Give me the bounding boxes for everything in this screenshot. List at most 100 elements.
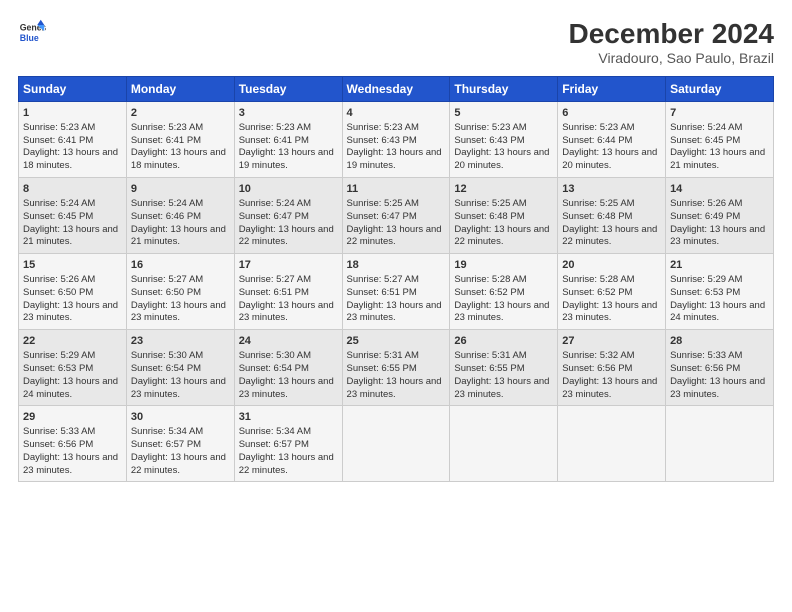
day-number: 3: [239, 106, 338, 121]
cell-w3-4: 19Sunrise: 5:28 AMSunset: 6:52 PMDayligh…: [450, 254, 558, 330]
daylight-text: Daylight: 13 hours and 21 minutes.: [23, 224, 122, 250]
cell-w3-0: 15Sunrise: 5:26 AMSunset: 6:50 PMDayligh…: [19, 254, 127, 330]
day-number: 30: [131, 410, 230, 425]
daylight-text: Daylight: 13 hours and 19 minutes.: [239, 147, 338, 173]
week-row-5: 29Sunrise: 5:33 AMSunset: 6:56 PM Dayligh…: [19, 406, 774, 482]
daylight-text: Daylight: 13 hours and 20 minutes.: [454, 147, 553, 173]
sunrise-text: Sunrise: 5:24 AM: [239, 198, 338, 211]
cell-w2-1: 9Sunrise: 5:24 AMSunset: 6:46 PMDaylight…: [126, 178, 234, 254]
sunset-text: Sunset: 6:43 PM: [454, 135, 553, 148]
daylight-text: Daylight: 13 hours and 22 minutes.: [239, 452, 338, 478]
sunset-text: Sunset: 6:53 PM: [670, 287, 769, 300]
cell-w1-0: 1Sunrise: 5:23 AMSunset: 6:41 PMDaylight…: [19, 102, 127, 178]
daylight-text: Daylight: 13 hours and 23 minutes.: [131, 300, 230, 326]
sunrise-text: Sunrise: 5:25 AM: [454, 198, 553, 211]
cell-w2-0: 8Sunrise: 5:24 AMSunset: 6:45 PMDaylight…: [19, 178, 127, 254]
header-monday: Monday: [126, 77, 234, 102]
week-row-4: 22Sunrise: 5:29 AMSunset: 6:53 PMDayligh…: [19, 330, 774, 406]
week-row-2: 8Sunrise: 5:24 AMSunset: 6:45 PMDaylight…: [19, 178, 774, 254]
daylight-text: Daylight: 13 hours and 22 minutes.: [347, 224, 446, 250]
day-number: 16: [131, 258, 230, 273]
cell-w1-2: 3Sunrise: 5:23 AMSunset: 6:41 PMDaylight…: [234, 102, 342, 178]
day-number: 17: [239, 258, 338, 273]
week-row-1: 1Sunrise: 5:23 AMSunset: 6:41 PMDaylight…: [19, 102, 774, 178]
cell-w5-3: [342, 406, 450, 482]
day-number: 8: [23, 182, 122, 197]
sunrise-text: Sunrise: 5:27 AM: [131, 274, 230, 287]
subtitle: Viradouro, Sao Paulo, Brazil: [569, 50, 774, 66]
sunset-text: Sunset: 6:51 PM: [239, 287, 338, 300]
day-number: 26: [454, 334, 553, 349]
sunset-text: Sunset: 6:44 PM: [562, 135, 661, 148]
sunrise-text: Sunrise: 5:33 AM: [23, 426, 122, 439]
sunset-text: Sunset: 6:41 PM: [23, 135, 122, 148]
sunrise-text: Sunrise: 5:29 AM: [23, 350, 122, 363]
day-number: 27: [562, 334, 661, 349]
cell-w3-1: 16Sunrise: 5:27 AMSunset: 6:50 PMDayligh…: [126, 254, 234, 330]
sunset-text: Sunset: 6:50 PM: [131, 287, 230, 300]
sunset-text: Sunset: 6:52 PM: [562, 287, 661, 300]
daylight-text: Daylight: 13 hours and 23 minutes.: [347, 300, 446, 326]
sunset-text: Sunset: 6:55 PM: [347, 363, 446, 376]
sunset-text: Sunset: 6:47 PM: [239, 211, 338, 224]
sunset-text: Sunset: 6:43 PM: [347, 135, 446, 148]
sunrise-text: Sunrise: 5:30 AM: [131, 350, 230, 363]
daylight-text: Daylight: 13 hours and 22 minutes.: [131, 452, 230, 478]
sunset-text: Sunset: 6:46 PM: [131, 211, 230, 224]
sunset-text: Sunset: 6:47 PM: [347, 211, 446, 224]
cell-w4-4: 26Sunrise: 5:31 AMSunset: 6:55 PMDayligh…: [450, 330, 558, 406]
sunrise-text: Sunrise: 5:27 AM: [239, 274, 338, 287]
cell-w1-4: 5Sunrise: 5:23 AMSunset: 6:43 PMDaylight…: [450, 102, 558, 178]
sunrise-text: Sunrise: 5:23 AM: [131, 122, 230, 135]
day-number: 31: [239, 410, 338, 425]
week-row-3: 15Sunrise: 5:26 AMSunset: 6:50 PMDayligh…: [19, 254, 774, 330]
cell-w5-6: [666, 406, 774, 482]
sunrise-text: Sunrise: 5:23 AM: [239, 122, 338, 135]
cell-w3-2: 17Sunrise: 5:27 AMSunset: 6:51 PMDayligh…: [234, 254, 342, 330]
day-number: 29: [23, 410, 122, 425]
sunset-text: Sunset: 6:57 PM: [131, 439, 230, 452]
day-number: 4: [347, 106, 446, 121]
day-number: 13: [562, 182, 661, 197]
page-header: General Blue December 2024 Viradouro, Sa…: [18, 18, 774, 66]
sunset-text: Sunset: 6:57 PM: [239, 439, 338, 452]
sunrise-text: Sunrise: 5:27 AM: [347, 274, 446, 287]
cell-w4-3: 25Sunrise: 5:31 AMSunset: 6:55 PMDayligh…: [342, 330, 450, 406]
cell-w4-2: 24Sunrise: 5:30 AMSunset: 6:54 PMDayligh…: [234, 330, 342, 406]
daylight-text: Daylight: 13 hours and 23 minutes.: [454, 376, 553, 402]
sunrise-text: Sunrise: 5:32 AM: [562, 350, 661, 363]
sunset-text: Sunset: 6:50 PM: [23, 287, 122, 300]
day-number: 22: [23, 334, 122, 349]
daylight-text: Daylight: 13 hours and 22 minutes.: [239, 224, 338, 250]
sunset-text: Sunset: 6:45 PM: [23, 211, 122, 224]
daylight-text: Daylight: 13 hours and 23 minutes.: [239, 376, 338, 402]
sunrise-text: Sunrise: 5:25 AM: [347, 198, 446, 211]
sunset-text: Sunset: 6:51 PM: [347, 287, 446, 300]
cell-w1-5: 6Sunrise: 5:23 AMSunset: 6:44 PMDaylight…: [558, 102, 666, 178]
day-number: 19: [454, 258, 553, 273]
day-number: 6: [562, 106, 661, 121]
cell-w2-5: 13Sunrise: 5:25 AMSunset: 6:48 PMDayligh…: [558, 178, 666, 254]
day-number: 28: [670, 334, 769, 349]
sunset-text: Sunset: 6:45 PM: [670, 135, 769, 148]
day-number: 20: [562, 258, 661, 273]
sunset-text: Sunset: 6:55 PM: [454, 363, 553, 376]
sunset-text: Sunset: 6:41 PM: [239, 135, 338, 148]
cell-w3-3: 18Sunrise: 5:27 AMSunset: 6:51 PMDayligh…: [342, 254, 450, 330]
daylight-text: Daylight: 13 hours and 23 minutes.: [670, 224, 769, 250]
header-saturday: Saturday: [666, 77, 774, 102]
daylight-text: Daylight: 13 hours and 23 minutes.: [562, 300, 661, 326]
sunset-text: Sunset: 6:41 PM: [131, 135, 230, 148]
logo: General Blue: [18, 18, 46, 46]
header-sunday: Sunday: [19, 77, 127, 102]
daylight-text: Daylight: 13 hours and 20 minutes.: [562, 147, 661, 173]
sunrise-text: Sunrise: 5:29 AM: [670, 274, 769, 287]
day-number: 23: [131, 334, 230, 349]
sunset-text: Sunset: 6:56 PM: [23, 439, 122, 452]
cell-w5-1: 30Sunrise: 5:34 AMSunset: 6:57 PMDayligh…: [126, 406, 234, 482]
cell-w4-6: 28Sunrise: 5:33 AMSunset: 6:56 PMDayligh…: [666, 330, 774, 406]
sunrise-text: Sunrise: 5:24 AM: [670, 122, 769, 135]
day-number: 11: [347, 182, 446, 197]
sunrise-text: Sunrise: 5:31 AM: [347, 350, 446, 363]
day-number: 10: [239, 182, 338, 197]
